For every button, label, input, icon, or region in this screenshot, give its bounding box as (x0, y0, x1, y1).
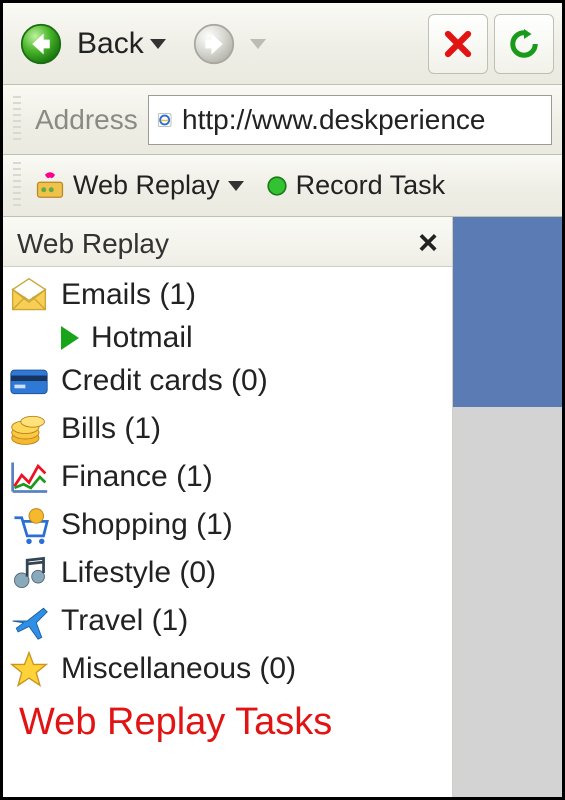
task-item[interactable]: Hotmail (7, 319, 448, 357)
category-item[interactable]: Miscellaneous (0) (7, 645, 448, 693)
refresh-icon (509, 29, 539, 59)
body: Web Replay × Emails (1) Hotmail Credit car… (3, 217, 562, 797)
panel-header: Web Replay × (3, 217, 452, 267)
back-icon (20, 23, 62, 65)
dropdown-icon (228, 181, 244, 191)
back-label: Back (77, 27, 144, 61)
record-icon (266, 175, 288, 197)
record-task-button[interactable]: Record Task (266, 170, 446, 201)
travel-icon (7, 599, 51, 643)
category-label: Finance (1) (61, 460, 213, 494)
category-label: Shopping (1) (61, 508, 233, 542)
category-label: Miscellaneous (0) (61, 652, 296, 686)
stop-button[interactable] (428, 14, 488, 74)
shopping-icon (7, 503, 51, 547)
address-field[interactable] (148, 95, 552, 145)
mail-icon (7, 273, 51, 317)
web-replay-menu[interactable]: Web Replay (35, 170, 244, 201)
url-input[interactable] (182, 104, 543, 136)
page-body-region (453, 407, 562, 797)
lifestyle-icon (7, 551, 51, 595)
category-label: Emails (1) (61, 278, 196, 312)
record-task-label: Record Task (296, 170, 446, 201)
stop-icon (443, 29, 473, 59)
page-content (453, 217, 562, 797)
category-item[interactable]: Credit cards (0) (7, 357, 448, 405)
web-replay-panel: Web Replay × Emails (1) Hotmail Credit car… (3, 217, 453, 797)
back-dropdown-icon[interactable] (150, 39, 166, 49)
web-replay-icon (35, 171, 65, 201)
web-replay-menu-label: Web Replay (73, 170, 220, 201)
grip-icon[interactable] (13, 162, 21, 210)
back-button-group[interactable]: Back (11, 14, 166, 74)
forward-dropdown-icon[interactable] (250, 39, 266, 49)
task-label: Hotmail (91, 321, 193, 355)
forward-icon (193, 23, 235, 65)
page-header-region (453, 217, 562, 407)
category-item[interactable]: Lifestyle (0) (7, 549, 448, 597)
panel-caption: Web Replay Tasks (3, 693, 452, 744)
creditcard-icon (7, 359, 51, 403)
star-icon (7, 647, 51, 691)
address-bar: Address (3, 85, 562, 155)
panel-title: Web Replay (17, 228, 169, 260)
back-button[interactable] (11, 14, 71, 74)
category-item[interactable]: Finance (1) (7, 453, 448, 501)
address-label: Address (35, 104, 138, 136)
category-tree: Emails (1) Hotmail Credit cards (0) Bills (… (3, 267, 452, 693)
finance-icon (7, 455, 51, 499)
grip-icon[interactable] (13, 96, 21, 144)
category-item[interactable]: Travel (1) (7, 597, 448, 645)
ie-page-icon (157, 105, 172, 135)
category-item[interactable]: Emails (1) (7, 271, 448, 319)
play-icon (61, 326, 79, 350)
forward-button[interactable] (184, 14, 244, 74)
category-item[interactable]: Shopping (1) (7, 501, 448, 549)
category-label: Travel (1) (61, 604, 188, 638)
category-label: Bills (1) (61, 412, 161, 446)
nav-toolbar: Back (3, 3, 562, 85)
category-item[interactable]: Bills (1) (7, 405, 448, 453)
web-replay-toolbar: Web Replay Record Task (3, 155, 562, 217)
close-icon[interactable]: × (412, 224, 444, 263)
coins-icon (7, 407, 51, 451)
refresh-button[interactable] (494, 14, 554, 74)
category-label: Credit cards (0) (61, 364, 268, 398)
category-label: Lifestyle (0) (61, 556, 216, 590)
